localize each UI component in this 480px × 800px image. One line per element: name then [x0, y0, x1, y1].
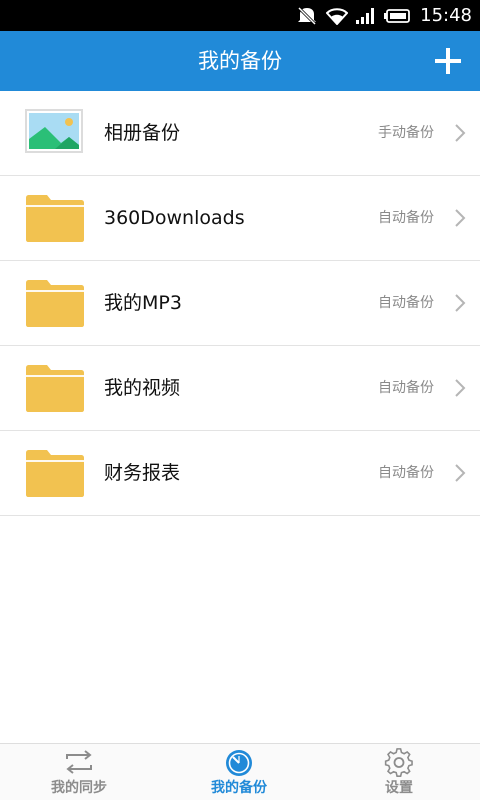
- chevron-right-icon: [455, 464, 466, 482]
- gear-icon: [384, 748, 413, 777]
- list-item-label: 相册备份: [104, 122, 181, 144]
- tab-label: 设置: [385, 780, 413, 796]
- tab-my-backup[interactable]: 我的备份: [159, 744, 319, 800]
- bottom-nav: 我的同步 我的备份 设置: [0, 743, 480, 800]
- list-item[interactable]: 财务报表 自动备份: [0, 431, 480, 516]
- status-time: 15:48: [420, 5, 472, 26]
- tab-label: 我的同步: [51, 780, 107, 796]
- tab-label: 我的备份: [211, 780, 267, 796]
- list-item[interactable]: 相册备份 手动备份: [0, 91, 480, 176]
- folder-icon: [25, 449, 85, 497]
- backup-list: 相册备份 手动备份 360Downloads 自动备份 我的MP3 自动备份 我…: [0, 91, 480, 516]
- plus-icon: [435, 48, 461, 74]
- backup-mode: 手动备份: [378, 125, 434, 141]
- page-title: 我的备份: [198, 49, 282, 73]
- backup-mode: 自动备份: [378, 295, 434, 311]
- wifi-icon: [326, 7, 349, 25]
- backup-mode: 自动备份: [378, 210, 434, 226]
- tab-settings[interactable]: 设置: [319, 744, 479, 800]
- sync-arrows-icon: [66, 750, 92, 774]
- screen: 15:48 我的备份 相册备份 手动备份 360Downloads 自动备份 我…: [0, 0, 480, 800]
- list-item[interactable]: 360Downloads 自动备份: [0, 176, 480, 261]
- battery-icon: [384, 8, 411, 23]
- chevron-right-icon: [455, 379, 466, 397]
- signal-icon: [356, 7, 375, 24]
- photo-album-icon: [25, 109, 85, 155]
- app-bar: 我的备份: [0, 31, 480, 91]
- chevron-right-icon: [455, 294, 466, 312]
- list-item-label: 我的视频: [104, 377, 181, 399]
- chevron-right-icon: [455, 124, 466, 142]
- folder-icon: [25, 194, 85, 242]
- backup-clock-icon: [226, 750, 252, 776]
- list-item[interactable]: 我的视频 自动备份: [0, 346, 480, 431]
- list-item[interactable]: 我的MP3 自动备份: [0, 261, 480, 346]
- folder-icon: [25, 279, 85, 327]
- list-item-label: 财务报表: [104, 462, 181, 484]
- folder-icon: [25, 364, 85, 412]
- add-backup-button[interactable]: [432, 45, 464, 77]
- tab-my-sync[interactable]: 我的同步: [0, 744, 159, 800]
- chevron-right-icon: [455, 209, 466, 227]
- status-icons: 15:48: [296, 0, 472, 31]
- backup-mode: 自动备份: [378, 465, 434, 481]
- backup-mode: 自动备份: [378, 380, 434, 396]
- mute-icon: [298, 6, 317, 25]
- list-item-label: 360Downloads: [104, 207, 245, 229]
- list-item-label: 我的MP3: [104, 292, 182, 314]
- status-bar: 15:48: [0, 0, 480, 31]
